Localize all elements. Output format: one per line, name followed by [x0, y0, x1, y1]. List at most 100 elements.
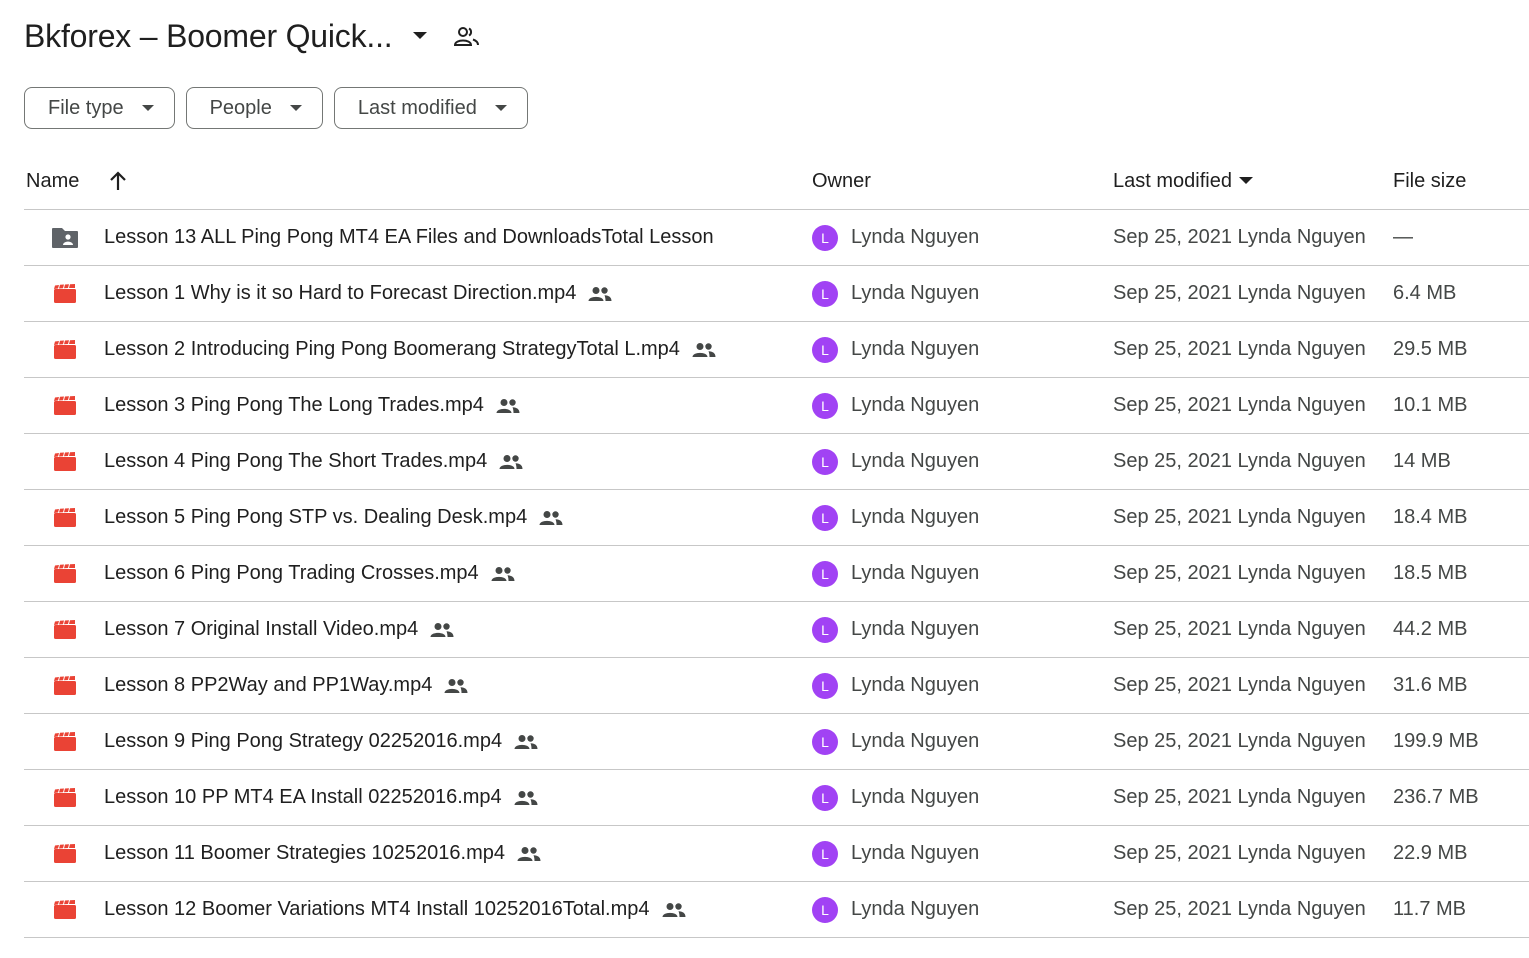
- file-name-cell[interactable]: Lesson 7 Original Install Video.mp4: [104, 602, 454, 657]
- shared-people-icon: [496, 398, 520, 414]
- video-file-icon: [50, 882, 80, 937]
- last-modified-cell: Sep 25, 2021 Lynda Nguyen: [1113, 562, 1366, 584]
- table-row[interactable]: Lesson 10 PP MT4 EA Install 02252016.mp4…: [24, 770, 1529, 826]
- video-file-icon: [50, 546, 80, 601]
- chevron-down-icon: [289, 104, 302, 112]
- file-name: Lesson 7 Original Install Video.mp4: [104, 618, 419, 640]
- video-file-icon: [50, 434, 80, 489]
- file-size-cell: 18.4 MB: [1393, 506, 1468, 528]
- folder-title[interactable]: Bkforex – Boomer Quick...: [24, 18, 393, 55]
- avatar: L: [812, 448, 838, 475]
- file-name: Lesson 13 ALL Ping Pong MT4 EA Files and…: [104, 226, 714, 248]
- column-name-label: Name: [26, 169, 80, 192]
- shared-people-icon: [588, 286, 612, 302]
- table-row[interactable]: Lesson 8 PP2Way and PP1Way.mp4 L Lynda Ngu…: [24, 658, 1529, 714]
- last-modified-cell: Sep 25, 2021 Lynda Nguyen: [1113, 226, 1366, 248]
- owner-cell: L Lynda Nguyen: [812, 210, 979, 265]
- column-file-size[interactable]: File size: [1393, 170, 1466, 193]
- file-name: Lesson 11 Boomer Strategies 10252016.mp4: [104, 842, 506, 864]
- filter-people[interactable]: People: [185, 87, 323, 129]
- avatar: L: [812, 728, 838, 755]
- avatar: L: [812, 784, 838, 811]
- table-row[interactable]: Lesson 7 Original Install Video.mp4 L Lynd…: [24, 602, 1529, 658]
- shared-people-icon: [444, 678, 468, 694]
- owner-cell: L Lynda Nguyen: [812, 490, 979, 545]
- shared-people-icon: [499, 454, 523, 470]
- file-name-cell[interactable]: Lesson 11 Boomer Strategies 10252016.mp4: [104, 826, 541, 881]
- folder-header: Bkforex – Boomer Quick...: [24, 14, 482, 58]
- video-file-icon: [50, 658, 80, 713]
- filter-last-modified[interactable]: Last modified: [333, 87, 528, 129]
- table-row[interactable]: Lesson 6 Ping Pong Trading Crosses.mp4 L L…: [24, 546, 1529, 602]
- table-row[interactable]: Lesson 2 Introducing Ping Pong Boomerang…: [24, 322, 1529, 378]
- owner-name: Lynda Nguyen: [851, 786, 980, 808]
- owner-name: Lynda Nguyen: [851, 394, 980, 416]
- filter-label: File type: [48, 96, 124, 119]
- folder-menu-caret-icon[interactable]: [406, 22, 434, 50]
- filter-label: People: [209, 96, 272, 119]
- file-name-cell[interactable]: Lesson 10 PP MT4 EA Install 02252016.mp4: [104, 770, 538, 825]
- table-row[interactable]: Lesson 12 Boomer Variations MT4 Install …: [24, 882, 1529, 938]
- table-row[interactable]: Lesson 1 Why is it so Hard to Forecast D…: [24, 266, 1529, 322]
- chevron-down-icon: [494, 104, 507, 112]
- table-row[interactable]: Lesson 13 ALL Ping Pong MT4 EA Files and…: [24, 210, 1529, 266]
- file-name-cell[interactable]: Lesson 1 Why is it so Hard to Forecast D…: [104, 266, 612, 321]
- shared-people-icon: [539, 510, 563, 526]
- file-name: Lesson 5 Ping Pong STP vs. Dealing Desk.…: [104, 506, 528, 528]
- table-row[interactable]: Lesson 11 Boomer Strategies 10252016.mp4…: [24, 826, 1529, 882]
- shared-people-icon[interactable]: [452, 21, 482, 51]
- file-size-cell: 31.6 MB: [1393, 674, 1468, 696]
- owner-cell: L Lynda Nguyen: [812, 266, 979, 321]
- avatar: L: [812, 336, 838, 363]
- owner-name: Lynda Nguyen: [851, 842, 980, 864]
- last-modified-cell: Sep 25, 2021 Lynda Nguyen: [1113, 338, 1366, 360]
- last-modified-cell: Sep 25, 2021 Lynda Nguyen: [1113, 282, 1366, 304]
- sort-arrow-up-icon[interactable]: [109, 171, 127, 191]
- owner-cell: L Lynda Nguyen: [812, 826, 979, 881]
- owner-name: Lynda Nguyen: [851, 450, 980, 472]
- filter-file-type[interactable]: File type: [24, 87, 175, 129]
- file-name-cell[interactable]: Lesson 9 Ping Pong Strategy 02252016.mp4: [104, 714, 538, 769]
- file-rows: Lesson 13 ALL Ping Pong MT4 EA Files and…: [24, 210, 1529, 938]
- avatar: L: [812, 616, 838, 643]
- table-row[interactable]: Lesson 9 Ping Pong Strategy 02252016.mp4…: [24, 714, 1529, 770]
- owner-name: Lynda Nguyen: [851, 674, 980, 696]
- file-size-cell: —: [1393, 226, 1413, 248]
- shared-people-icon: [491, 566, 515, 582]
- table-row[interactable]: Lesson 4 Ping Pong The Short Trades.mp4 L…: [24, 434, 1529, 490]
- table-row[interactable]: Lesson 3 Ping Pong The Long Trades.mp4 L L…: [24, 378, 1529, 434]
- file-name-cell[interactable]: Lesson 12 Boomer Variations MT4 Install …: [104, 882, 686, 937]
- table-header: Name Owner Last modified File size: [24, 153, 1529, 210]
- video-file-icon: [50, 378, 80, 433]
- last-modified-cell: Sep 25, 2021 Lynda Nguyen: [1113, 618, 1366, 640]
- file-name: Lesson 1 Why is it so Hard to Forecast D…: [104, 282, 577, 304]
- file-name-cell[interactable]: Lesson 13 ALL Ping Pong MT4 EA Files and…: [104, 210, 714, 265]
- file-size-cell: 29.5 MB: [1393, 338, 1468, 360]
- file-size-cell: 22.9 MB: [1393, 842, 1468, 864]
- file-name-cell[interactable]: Lesson 6 Ping Pong Trading Crosses.mp4: [104, 546, 515, 601]
- owner-cell: L Lynda Nguyen: [812, 714, 979, 769]
- file-name: Lesson 3 Ping Pong The Long Trades.mp4: [104, 394, 484, 416]
- last-modified-cell: Sep 25, 2021 Lynda Nguyen: [1113, 842, 1366, 864]
- column-last-modified[interactable]: Last modified: [1113, 170, 1253, 193]
- video-file-icon: [50, 322, 80, 377]
- column-owner-label: Owner: [812, 169, 871, 192]
- file-name: Lesson 12 Boomer Variations MT4 Install …: [104, 898, 650, 920]
- filter-label: Last modified: [357, 96, 477, 119]
- file-name-cell[interactable]: Lesson 2 Introducing Ping Pong Boomerang…: [104, 322, 716, 377]
- file-name-cell[interactable]: Lesson 3 Ping Pong The Long Trades.mp4: [104, 378, 520, 433]
- file-name-cell[interactable]: Lesson 4 Ping Pong The Short Trades.mp4: [104, 434, 523, 489]
- file-size-cell: 6.4 MB: [1393, 282, 1457, 304]
- column-name[interactable]: Name: [26, 170, 127, 193]
- table-row[interactable]: Lesson 5 Ping Pong STP vs. Dealing Desk.…: [24, 490, 1529, 546]
- column-owner[interactable]: Owner: [812, 170, 871, 193]
- caret-down-icon[interactable]: [1238, 177, 1253, 185]
- video-file-icon: [50, 602, 80, 657]
- file-size-cell: 236.7 MB: [1393, 786, 1479, 808]
- video-file-icon: [50, 714, 80, 769]
- video-file-icon: [50, 266, 80, 321]
- video-file-icon: [50, 770, 80, 825]
- file-name-cell[interactable]: Lesson 5 Ping Pong STP vs. Dealing Desk.…: [104, 490, 563, 545]
- file-name-cell[interactable]: Lesson 8 PP2Way and PP1Way.mp4: [104, 658, 468, 713]
- file-size-cell: 199.9 MB: [1393, 730, 1479, 752]
